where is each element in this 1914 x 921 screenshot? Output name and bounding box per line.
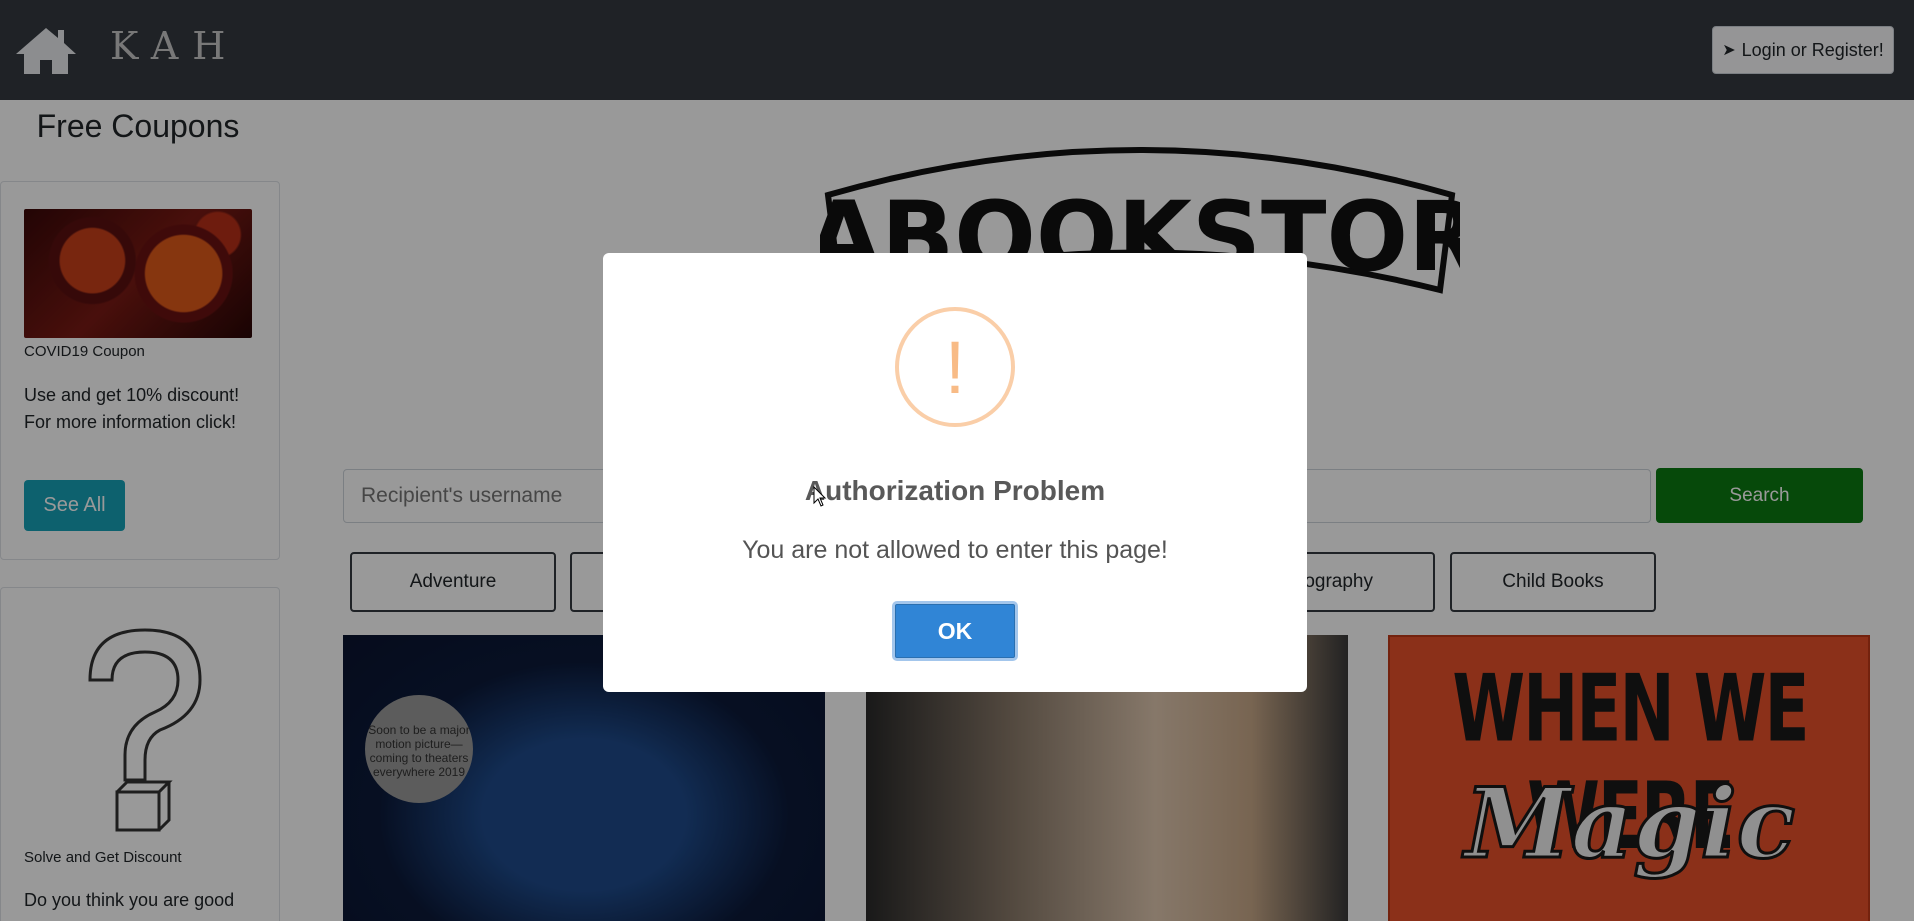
warning-icon: ! bbox=[895, 307, 1015, 427]
alert-dialog: ! Authorization Problem You are not allo… bbox=[603, 253, 1307, 692]
ok-button[interactable]: OK bbox=[892, 601, 1018, 661]
dialog-message: You are not allowed to enter this page! bbox=[742, 536, 1168, 564]
mouse-cursor-icon bbox=[813, 486, 827, 507]
dialog-title: Authorization Problem bbox=[804, 475, 1106, 506]
